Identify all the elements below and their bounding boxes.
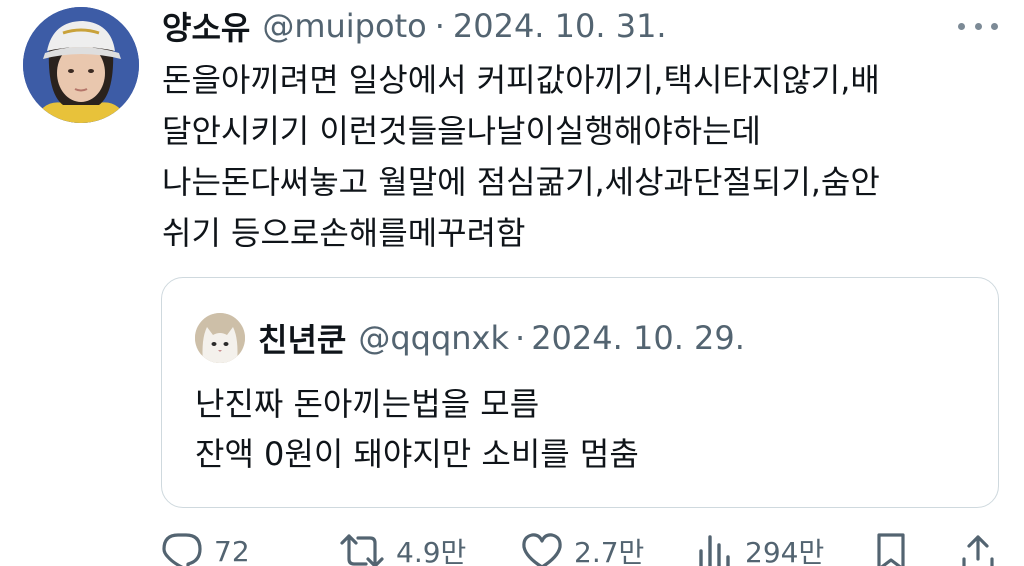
quote-user-handle: @qqqnxk [358,319,510,357]
views-button[interactable]: 294만 [695,531,824,566]
like-button[interactable]: 2.7만 [520,531,644,566]
views-chart-icon [699,535,730,566]
reply-count: 72 [214,534,250,566]
tweet-text-line: 쉬기 등으로손해를메꾸려함 [162,214,526,252]
retweet-button[interactable]: 4.9만 [338,531,466,566]
bookmark-icon [877,533,905,566]
like-count: 2.7만 [574,536,645,566]
tweet-date[interactable]: 2024. 10. 31. [453,7,667,45]
action-bar: 72 4.9만 2.7만 294만 [160,527,1020,566]
tweet-text-line: 나는돈다써놓고 월말에 점심굶기,세상과단절되기,숨안 [162,163,880,201]
tweet: 양소유 @muipoto · 2024. 10. 31. 돈을아끼려면 일상에서… [0,0,1024,566]
views-count: 294만 [745,536,825,566]
user-handle[interactable]: @muipoto [262,7,426,45]
header-separator: · [434,7,445,45]
heart-icon [522,533,562,566]
tweet-text: 돈을아끼려면 일상에서 커피값아끼기,택시타지않기,배 달안시키기 이런것들을나… [162,55,1002,259]
tweet-text-line: 달안시키기 이런것들을나날이실행해야하는데 [162,112,761,150]
more-dots-icon[interactable] [958,14,998,38]
retweet-icon [340,534,384,566]
reply-icon [162,533,202,566]
reply-button[interactable]: 72 [160,531,250,566]
quote-text-line: 잔액 0원이 돼야지만 소비를 멈춤 [195,435,639,473]
quote-avatar [195,313,245,363]
quoted-tweet[interactable]: 친년쿤 @qqqnxk · 2024. 10. 29. 난진짜 돈아끼는법을 모… [161,277,999,508]
tweet-text-line: 돈을아끼려면 일상에서 커피값아끼기,택시타지않기,배 [162,61,880,99]
quote-header: 친년쿤 @qqqnxk · 2024. 10. 29. [258,318,745,359]
dot [958,22,965,30]
quote-display-name: 친년쿤 [258,321,347,359]
tweet-header: 양소유 @muipoto · 2024. 10. 31. [162,4,667,48]
quote-text: 난진짜 돈아끼는법을 모름 잔액 0원이 돼야지만 소비를 멈춤 [195,379,639,479]
share-button[interactable] [960,531,996,566]
avatar[interactable] [23,7,139,123]
share-icon [962,535,994,566]
dot [991,22,998,30]
dot [974,22,982,30]
quote-date: 2024. 10. 29. [531,319,745,357]
retweet-count: 4.9만 [396,536,467,566]
display-name[interactable]: 양소유 [162,3,250,49]
quote-separator: · [515,319,526,357]
quote-text-line: 난진짜 돈아끼는법을 모름 [195,385,540,423]
bookmark-button[interactable] [873,531,909,566]
